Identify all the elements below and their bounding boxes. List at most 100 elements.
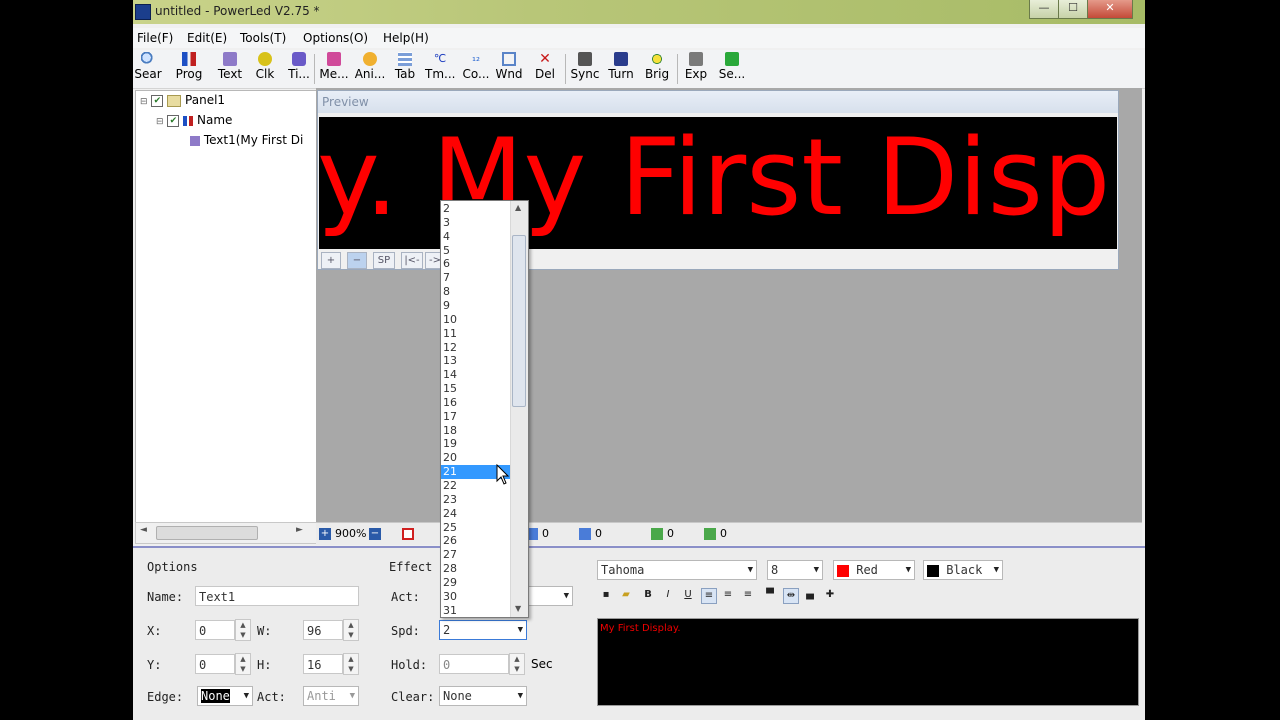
hold-spinner[interactable]: ▲ ▼ bbox=[509, 653, 525, 675]
toolbar-send-button[interactable]: Se... bbox=[717, 50, 747, 86]
toolbar-timer-button[interactable]: Ti... bbox=[287, 50, 311, 86]
toolbar-export-button[interactable]: Exp bbox=[682, 50, 710, 86]
dropdown-option[interactable]: 3 bbox=[441, 216, 510, 230]
step-back-button[interactable]: |<- bbox=[401, 252, 423, 269]
dropdown-scrollbar[interactable]: ▲ ▼ bbox=[510, 201, 528, 617]
open-folder-icon[interactable]: ▰ bbox=[619, 588, 633, 602]
align-top-icon[interactable]: ▀ bbox=[763, 588, 777, 602]
zoom-out-status[interactable]: − bbox=[369, 527, 385, 540]
close-button[interactable]: ✕ bbox=[1087, 0, 1133, 19]
dropdown-option[interactable]: 25 bbox=[441, 521, 510, 535]
y-input[interactable]: 0 bbox=[195, 654, 235, 674]
dropdown-option[interactable]: 5 bbox=[441, 244, 510, 258]
toolbar-turn-button[interactable]: Turn bbox=[606, 50, 636, 86]
dropdown-option[interactable]: 23 bbox=[441, 493, 510, 507]
insert-icon[interactable]: ✚ bbox=[823, 588, 837, 602]
toolbar-window-button[interactable]: Wnd bbox=[494, 50, 524, 86]
toolbar-search-button[interactable]: Sear bbox=[133, 50, 163, 86]
clear-select[interactable]: None ▼ bbox=[439, 686, 527, 706]
zoom-in-icon[interactable]: + bbox=[319, 528, 331, 540]
effect-act-select[interactable]: ▼ bbox=[527, 586, 573, 606]
back-color-select[interactable]: Black ▼ bbox=[923, 560, 1003, 580]
dropdown-option[interactable]: 10 bbox=[441, 313, 510, 327]
w-spinner[interactable]: ▲ ▼ bbox=[343, 619, 359, 641]
menu-edit[interactable]: Edit(E) bbox=[187, 31, 227, 45]
name-input[interactable]: Text1 bbox=[195, 586, 359, 606]
y-spinner[interactable]: ▲ ▼ bbox=[235, 653, 251, 675]
dropdown-option[interactable]: 17 bbox=[441, 410, 510, 424]
toolbar-brightness-button[interactable]: Brig bbox=[642, 50, 672, 86]
toolbar-sync-button[interactable]: Sync bbox=[569, 50, 601, 86]
maximize-button[interactable]: ☐ bbox=[1058, 0, 1088, 19]
save-icon[interactable]: ▪ bbox=[599, 588, 613, 602]
scroll-thumb[interactable] bbox=[156, 526, 258, 540]
checkbox[interactable]: ✔ bbox=[167, 114, 180, 127]
fore-color-select[interactable]: Red ▼ bbox=[833, 560, 915, 580]
align-center-icon[interactable]: ≡ bbox=[721, 588, 735, 602]
stop-icon[interactable] bbox=[402, 528, 414, 540]
align-middle-icon[interactable]: ⇹ bbox=[783, 588, 799, 604]
scroll-right-icon[interactable]: ► bbox=[296, 525, 303, 535]
dropdown-option[interactable]: 2 bbox=[441, 202, 510, 216]
menu-options[interactable]: Options(O) bbox=[303, 31, 368, 45]
dropdown-option[interactable]: 26 bbox=[441, 534, 510, 548]
toolbar-delete-button[interactable]: ✕ Del bbox=[533, 50, 557, 86]
toolbar-text-button[interactable]: Text bbox=[215, 50, 245, 86]
hold-input[interactable]: 0 bbox=[439, 654, 509, 674]
font-size-select[interactable]: 8 ▼ bbox=[767, 560, 823, 580]
menu-tools[interactable]: Tools(T) bbox=[240, 31, 286, 45]
dropdown-option[interactable]: 4 bbox=[441, 230, 510, 244]
text-editor[interactable]: My First Display. bbox=[597, 618, 1139, 706]
align-left-icon[interactable]: ≡ bbox=[701, 588, 717, 604]
scroll-down-icon[interactable]: ▼ bbox=[515, 604, 521, 613]
dropdown-option[interactable]: 16 bbox=[441, 396, 510, 410]
x-spinner[interactable]: ▲ ▼ bbox=[235, 619, 251, 641]
dropdown-option[interactable]: 12 bbox=[441, 341, 510, 355]
dropdown-option[interactable]: 24 bbox=[441, 507, 510, 521]
menu-file[interactable]: File(F) bbox=[137, 31, 173, 45]
dropdown-option[interactable]: 28 bbox=[441, 562, 510, 576]
speed-preview-button[interactable]: SP bbox=[373, 252, 395, 269]
tree-horizontal-scrollbar[interactable]: ◄ ► bbox=[135, 522, 317, 544]
zoom-in-button[interactable]: + bbox=[321, 252, 341, 269]
dropdown-option[interactable]: 9 bbox=[441, 299, 510, 313]
dropdown-option[interactable]: 31 bbox=[441, 604, 510, 617]
speed-select[interactable]: 2 ▼ bbox=[439, 620, 527, 640]
zoom-out-button[interactable]: − bbox=[347, 252, 367, 269]
toolbar-animation-button[interactable]: Ani... bbox=[354, 50, 386, 86]
dropdown-option[interactable]: 13 bbox=[441, 354, 510, 368]
x-input[interactable]: 0 bbox=[195, 620, 235, 640]
toolbar-temperature-button[interactable]: ℃ Tm... bbox=[425, 50, 455, 86]
w-input[interactable]: 96 bbox=[303, 620, 343, 640]
speed-dropdown-list[interactable]: 2 3 4 5 6 7 8 9 10 11 12 13 14 15 16 17 18 19 20 21 22 23 24 25… bbox=[440, 200, 529, 618]
align-right-icon[interactable]: ≡ bbox=[741, 588, 755, 602]
toolbar-program-button[interactable]: Prog bbox=[173, 50, 205, 86]
underline-button[interactable]: U bbox=[681, 588, 695, 602]
align-bottom-icon[interactable]: ▄ bbox=[803, 588, 817, 602]
h-input[interactable]: 16 bbox=[303, 654, 343, 674]
h-spinner[interactable]: ▲ ▼ bbox=[343, 653, 359, 675]
dropdown-option[interactable]: 8 bbox=[441, 285, 510, 299]
dropdown-option[interactable]: 6 bbox=[441, 257, 510, 271]
scroll-left-icon[interactable]: ◄ bbox=[140, 525, 147, 535]
stop-status[interactable] bbox=[402, 527, 418, 540]
toolbar-media-button[interactable]: Me... bbox=[319, 50, 349, 86]
dropdown-option[interactable]: 30 bbox=[441, 590, 510, 604]
menu-help[interactable]: Help(H) bbox=[383, 31, 429, 45]
dropdown-option[interactable]: 7 bbox=[441, 271, 510, 285]
dropdown-option[interactable]: 15 bbox=[441, 382, 510, 396]
tree-node-panel[interactable]: ⊟ ✔ Panel1 bbox=[140, 93, 225, 107]
tree-node-text[interactable]: Text1(My First Di bbox=[190, 133, 303, 147]
toolbar-counter-button[interactable]: ₁₂ Co... bbox=[461, 50, 491, 86]
dropdown-option[interactable]: 18 bbox=[441, 424, 510, 438]
font-family-select[interactable]: Tahoma ▼ bbox=[597, 560, 757, 580]
toolbar-table-button[interactable]: Tab bbox=[392, 50, 418, 86]
dropdown-option[interactable]: 20 bbox=[441, 451, 510, 465]
edge-act-select[interactable]: Anti ▼ bbox=[303, 686, 359, 706]
dropdown-option[interactable]: 29 bbox=[441, 576, 510, 590]
tree-node-program[interactable]: ⊟ ✔ Name bbox=[156, 113, 232, 127]
italic-button[interactable]: I bbox=[661, 588, 675, 602]
zoom-out-icon[interactable]: − bbox=[369, 528, 381, 540]
dropdown-option[interactable]: 27 bbox=[441, 548, 510, 562]
dropdown-option[interactable]: 19 bbox=[441, 437, 510, 451]
